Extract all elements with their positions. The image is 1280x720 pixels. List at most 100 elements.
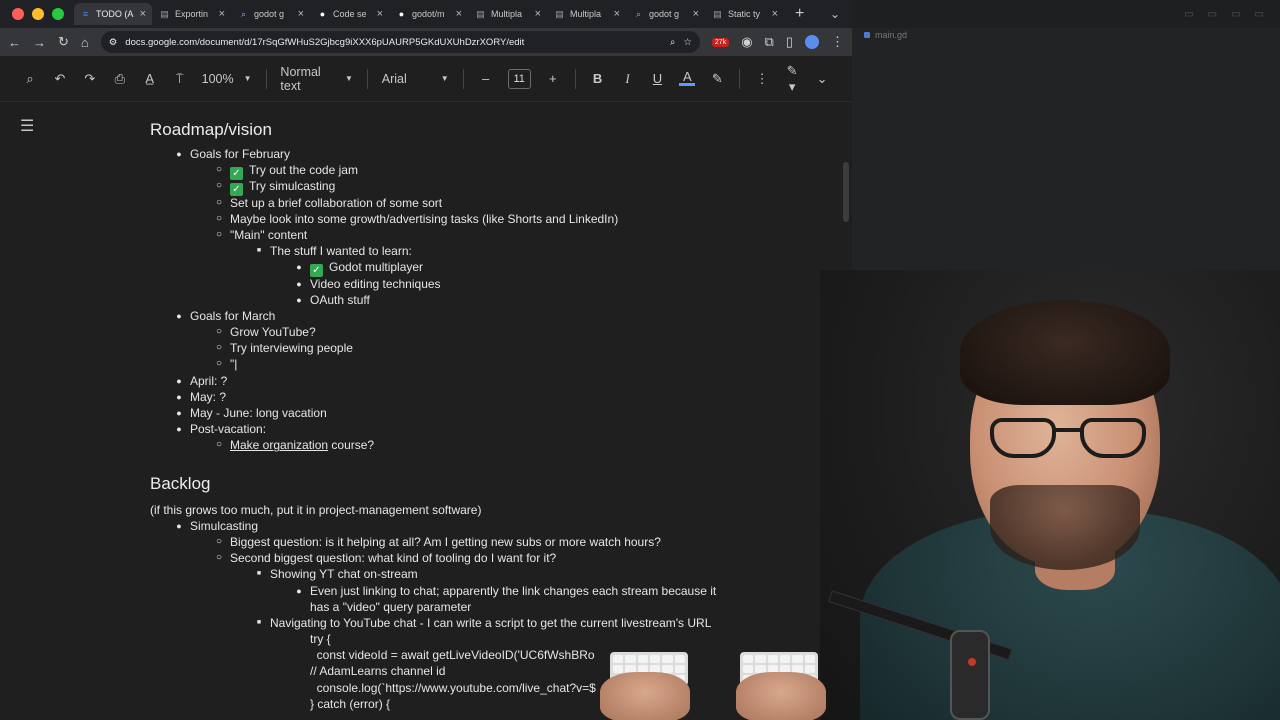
close-tab-icon[interactable]: ×	[772, 8, 778, 20]
font-size-field[interactable]: 11	[507, 68, 531, 89]
font-select[interactable]: Arial ▼	[382, 72, 449, 86]
close-tab-icon[interactable]: ×	[535, 8, 541, 20]
tab-title: godot g	[649, 9, 680, 19]
sidepanel-icon[interactable]: ▯	[786, 34, 793, 50]
list-item[interactable]: ○ ✓ Try out the code jam	[150, 162, 850, 181]
spellcheck-icon[interactable]: A̲	[142, 71, 158, 86]
list-item[interactable]: ○ Make organization course?	[150, 437, 850, 453]
paint-format-icon[interactable]: ⍑	[172, 71, 188, 87]
browser-tab[interactable]: ▤ Multipla ×	[548, 3, 626, 25]
tab-title: TODO (A	[96, 9, 134, 19]
browser-tab[interactable]: ⌕ godot g ×	[232, 3, 310, 25]
close-tab-icon[interactable]: ×	[219, 8, 225, 20]
style-select[interactable]: Normal text ▼	[280, 65, 352, 93]
browser-tab[interactable]: ▤ Exportin ×	[153, 3, 231, 25]
list-item-text: May: ?	[190, 389, 227, 404]
close-tab-icon[interactable]: ×	[377, 8, 383, 20]
forward-icon[interactable]: →	[33, 35, 46, 50]
list-item[interactable]: ○ "|	[150, 356, 850, 372]
minimize-window-button[interactable]	[32, 8, 44, 20]
layout-icon[interactable]: ▭	[1255, 9, 1264, 20]
browser-menu-icon[interactable]: ⋮	[831, 34, 844, 50]
font-value: Arial	[381, 71, 407, 86]
list-item[interactable]: ● April: ?	[150, 373, 850, 389]
list-item[interactable]: ● Goals for February	[150, 146, 850, 162]
tab-search-icon[interactable]: ⌄	[830, 7, 852, 21]
list-item[interactable]: ■ Showing YT chat on-stream	[150, 566, 850, 582]
close-tab-icon[interactable]: ×	[298, 8, 304, 20]
list-item[interactable]: ○ Second biggest question: what kind of t…	[150, 550, 850, 566]
increase-font-size-button[interactable]: +	[545, 71, 561, 86]
extension-icon[interactable]: ◉	[741, 34, 752, 50]
close-tab-icon[interactable]: ×	[140, 8, 146, 20]
list-item[interactable]: ● May - June: long vacation	[150, 405, 850, 421]
close-window-button[interactable]	[12, 8, 24, 20]
list-item[interactable]: has a "video" query parameter	[150, 599, 850, 615]
underline-button[interactable]: U	[649, 71, 665, 86]
list-item[interactable]: ○ Maybe look into some growth/advertising…	[150, 211, 850, 227]
list-item[interactable]: ● May: ?	[150, 389, 850, 405]
zoom-icon[interactable]: ⌕	[670, 37, 675, 48]
browser-tab[interactable]: ● Code se ×	[311, 3, 389, 25]
bookmark-star-icon[interactable]: ☆	[683, 37, 692, 48]
list-item[interactable]: ○ ✓ Try simulcasting	[150, 178, 850, 197]
browser-tab[interactable]: ≡ TODO (A ×	[74, 3, 152, 25]
back-icon[interactable]: ←	[8, 35, 21, 50]
list-item[interactable]: try {	[150, 631, 850, 647]
search-menus-icon[interactable]: ⌕	[22, 71, 38, 87]
hide-menus-icon[interactable]: ⌄	[814, 71, 830, 87]
bold-button[interactable]: B	[590, 71, 606, 86]
home-icon[interactable]: ⌂	[81, 35, 89, 50]
document-canvas[interactable]: ☰ Roadmap/vision ● Goals for February ○ ✓ Tr…	[0, 102, 852, 720]
list-item[interactable]: ○ Grow YouTube?	[150, 324, 850, 340]
print-icon[interactable]: ⎙	[112, 71, 128, 87]
zoom-window-button[interactable]	[52, 8, 64, 20]
list-item[interactable]: ○ Try interviewing people	[150, 340, 850, 356]
list-item[interactable]: ● Video editing techniques	[150, 276, 850, 292]
scrollbar-thumb[interactable]	[843, 162, 849, 222]
layout-icon[interactable]: ▭	[1184, 9, 1193, 20]
spellcheck-underlined-text[interactable]: Make organization	[230, 438, 328, 452]
list-item[interactable]: ● Even just linking to chat; apparently t…	[150, 583, 850, 599]
list-item[interactable]: ● ✓ Godot multiplayer	[150, 259, 850, 278]
close-tab-icon[interactable]: ×	[456, 8, 462, 20]
text-color-button[interactable]: A	[679, 70, 696, 86]
new-tab-button[interactable]: +	[785, 5, 814, 23]
document-page[interactable]: Roadmap/vision ● Goals for February ○ ✓ Try …	[150, 120, 850, 712]
editing-mode-icon[interactable]: ✎ ▾	[784, 63, 800, 95]
site-info-icon[interactable]: ⚙	[109, 37, 118, 48]
list-item[interactable]: ○ "Main" content	[150, 227, 850, 243]
highlight-icon[interactable]: ✎	[709, 71, 725, 87]
list-item[interactable]: ■ Navigating to YouTube chat - I can writ…	[150, 615, 850, 631]
list-item[interactable]: ● OAuth stuff	[150, 292, 850, 308]
document-outline-icon[interactable]: ☰	[20, 116, 34, 136]
close-tab-icon[interactable]: ×	[693, 8, 699, 20]
list-item[interactable]: ○ Set up a brief collaboration of some so…	[150, 195, 850, 211]
reload-icon[interactable]: ↻	[58, 34, 69, 50]
redo-icon[interactable]: ↷	[82, 71, 98, 87]
italic-button[interactable]: I	[620, 71, 636, 87]
close-tab-icon[interactable]: ×	[614, 8, 620, 20]
list-item-text: The stuff I wanted to learn:	[270, 244, 412, 259]
zoom-select[interactable]: 100% ▼	[202, 72, 252, 86]
browser-tab[interactable]: ● godot/m ×	[390, 3, 468, 25]
list-item[interactable]: ● Simulcasting	[150, 518, 850, 534]
layout-icon[interactable]: ▭	[1208, 9, 1217, 20]
decrease-font-size-button[interactable]: –	[478, 71, 494, 86]
more-options-icon[interactable]: ⋮	[754, 71, 770, 87]
browser-tab[interactable]: ▤ Static ty ×	[706, 3, 784, 25]
puzzle-icon[interactable]: ⧉	[765, 34, 774, 50]
url-field[interactable]: ⚙ docs.google.com/document/d/17rSqGfWHuS…	[100, 31, 700, 53]
profile-avatar[interactable]	[805, 35, 819, 49]
extension-badge[interactable]: 27k	[711, 37, 730, 47]
browser-tab[interactable]: ⌕ godot g ×	[627, 3, 705, 25]
list-item[interactable]: ● Goals for March	[150, 308, 850, 324]
list-item[interactable]: ● Post-vacation:	[150, 421, 850, 437]
browser-tab[interactable]: ▤ Multipla ×	[469, 3, 547, 25]
list-item[interactable]: ○ Biggest question: is it helping at all?…	[150, 534, 850, 550]
editor-file-tab[interactable]: main.gd	[864, 30, 907, 40]
layout-icon[interactable]: ▭	[1231, 9, 1240, 20]
bullet-icon: ■	[256, 618, 262, 626]
undo-icon[interactable]: ↶	[52, 71, 68, 87]
list-item[interactable]: ■ The stuff I wanted to learn:	[150, 243, 850, 259]
